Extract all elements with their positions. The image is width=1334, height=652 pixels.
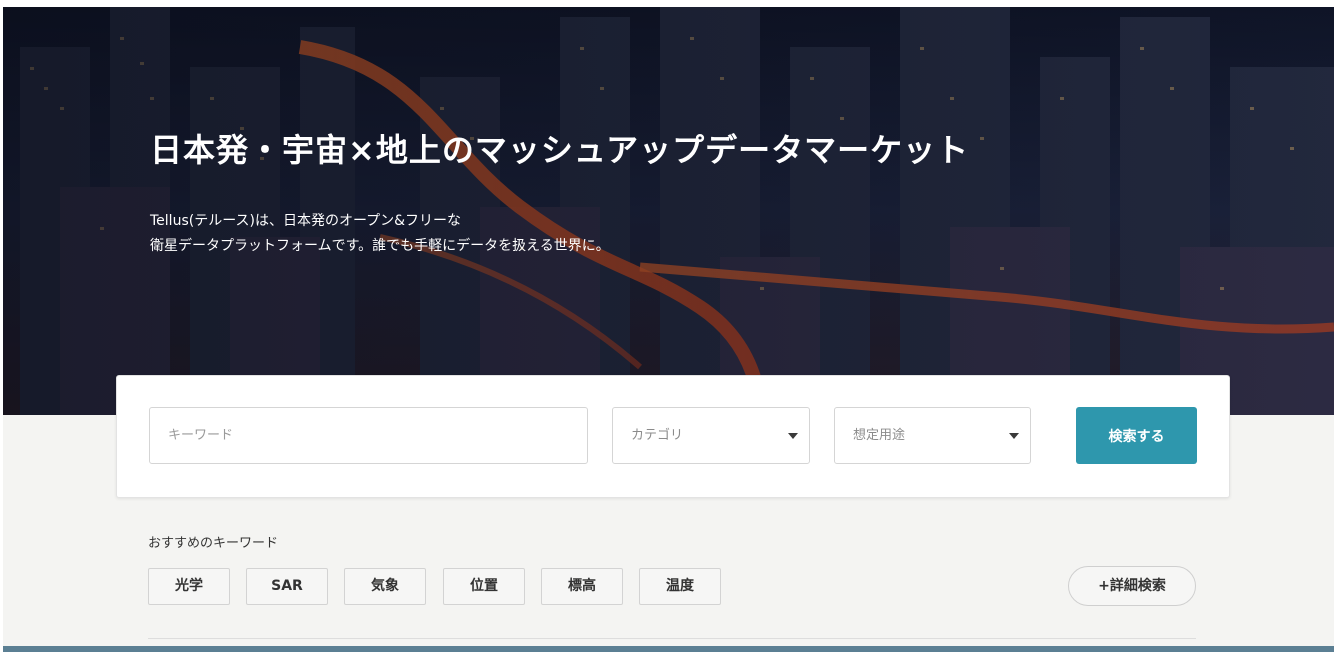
keyword-tag-sar[interactable]: SAR bbox=[246, 568, 328, 605]
chevron-down-icon bbox=[788, 433, 798, 439]
recommended-keywords-label: おすすめのキーワード bbox=[148, 536, 279, 551]
keyword-search-input[interactable] bbox=[149, 407, 588, 464]
hero-title: 日本発・宇宙×地上のマッシュアップデータマーケット bbox=[150, 131, 970, 169]
hero-description: Tellus(テルース)は、日本発のオープン&フリーな 衛星データプラットフォー… bbox=[150, 209, 610, 259]
keyword-tag-optical[interactable]: 光学 bbox=[148, 568, 230, 605]
window-top-edge bbox=[0, 0, 1334, 7]
section-divider bbox=[148, 638, 1196, 639]
chevron-down-icon bbox=[1009, 433, 1019, 439]
category-select[interactable]: カテゴリ bbox=[612, 407, 810, 464]
hero-description-line: Tellus(テルース)は、日本発のオープン&フリーな bbox=[150, 213, 462, 229]
advanced-search-button[interactable]: +詳細検索 bbox=[1068, 566, 1196, 606]
keyword-tag-weather[interactable]: 気象 bbox=[344, 568, 426, 605]
category-select-label: カテゴリ bbox=[631, 428, 684, 443]
search-panel: カテゴリ 想定用途 検索する bbox=[116, 375, 1230, 498]
usage-select-label: 想定用途 bbox=[853, 428, 906, 443]
keyword-tag-position[interactable]: 位置 bbox=[443, 568, 525, 605]
hero-banner: 日本発・宇宙×地上のマッシュアップデータマーケット Tellus(テルース)は、… bbox=[0, 7, 1334, 415]
bottom-edge-strip bbox=[0, 646, 1334, 652]
keyword-tag-temperature[interactable]: 温度 bbox=[639, 568, 721, 605]
usage-select[interactable]: 想定用途 bbox=[834, 407, 1031, 464]
window-left-edge bbox=[0, 0, 3, 652]
keyword-tag-elevation[interactable]: 標高 bbox=[541, 568, 623, 605]
hero-description-line: 衛星データプラットフォームです。誰でも手軽にデータを扱える世界に。 bbox=[150, 238, 610, 254]
search-button[interactable]: 検索する bbox=[1076, 407, 1197, 464]
